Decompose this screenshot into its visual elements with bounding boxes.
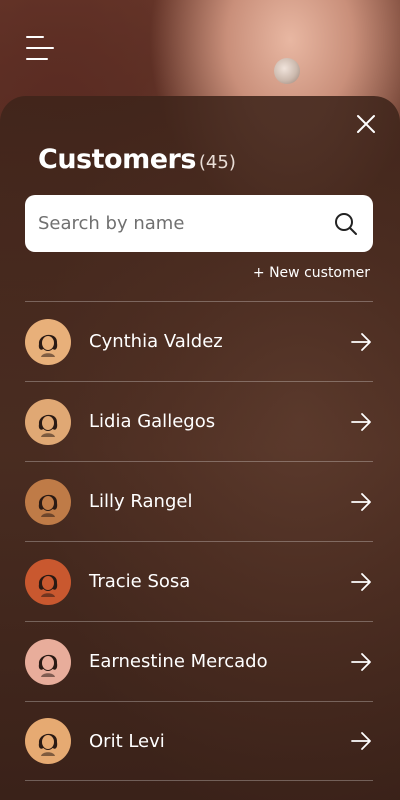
panel-header: Customers (45) — [38, 144, 236, 175]
woman-avatar-icon — [38, 414, 58, 437]
arrow-right-icon[interactable] — [350, 571, 372, 593]
arrow-right-icon[interactable] — [350, 331, 372, 353]
woman-avatar-icon — [38, 494, 58, 517]
customer-count: (45) — [198, 152, 236, 173]
customers-panel: Customers (45) + New customer Cynthia Va… — [0, 96, 400, 800]
customer-row[interactable]: Cynthia Valdez — [25, 301, 373, 381]
arrow-right-icon[interactable] — [350, 491, 372, 513]
customer-name: Lidia Gallegos — [89, 411, 216, 432]
customer-row[interactable]: Earnestine Mercado — [25, 621, 373, 701]
customer-name: Cynthia Valdez — [89, 331, 223, 352]
search-bar — [25, 195, 373, 252]
customer-row[interactable]: Orit Levi — [25, 701, 373, 781]
customer-row[interactable]: Lidia Gallegos — [25, 381, 373, 461]
arrow-right-icon[interactable] — [350, 411, 372, 433]
avatar — [25, 638, 71, 685]
arrow-right-icon[interactable] — [350, 651, 372, 673]
customer-name: Lilly Rangel — [89, 491, 193, 512]
avatar — [25, 398, 71, 445]
customer-name: Orit Levi — [89, 730, 165, 752]
avatar — [25, 318, 71, 365]
earring-decoration — [274, 58, 300, 84]
avatar — [25, 478, 71, 525]
avatar — [25, 718, 71, 764]
avatar — [25, 558, 71, 605]
search-input[interactable] — [38, 213, 333, 234]
woman-avatar-icon — [38, 334, 58, 357]
page-title: Customers — [38, 144, 196, 175]
customer-row[interactable]: Tracie Sosa — [25, 541, 373, 621]
customer-list: Cynthia Valdez Lidia Gallegos Lilly Rangel… — [25, 301, 373, 781]
close-icon[interactable] — [354, 112, 378, 136]
customer-name: Earnestine Mercado — [89, 651, 268, 672]
customer-name: Tracie Sosa — [89, 571, 191, 592]
new-customer-button[interactable]: + New customer — [253, 265, 370, 281]
woman-avatar-icon — [38, 733, 58, 756]
hamburger-menu-icon[interactable] — [26, 36, 56, 60]
search-icon[interactable] — [333, 211, 359, 237]
customer-row[interactable]: Lilly Rangel — [25, 461, 373, 541]
woman-avatar-icon — [38, 654, 58, 677]
arrow-right-icon[interactable] — [350, 730, 372, 752]
woman-avatar-icon — [38, 574, 58, 597]
